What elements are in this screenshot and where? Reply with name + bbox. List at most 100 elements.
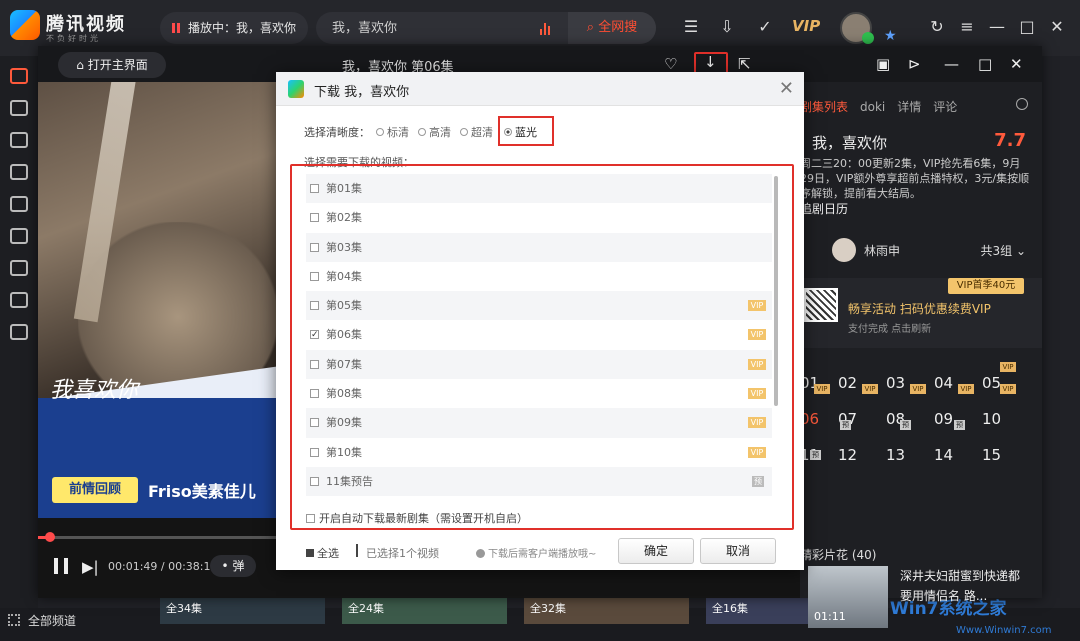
episode-row[interactable]: 第01集 <box>306 174 772 204</box>
vip-badge: VIP <box>748 329 766 341</box>
next-episode-icon[interactable]: ▶| <box>82 558 99 576</box>
refresh-icon[interactable]: ↻ <box>926 16 948 38</box>
episode-number[interactable]: 13 <box>886 446 905 464</box>
rail-variety-icon[interactable] <box>10 196 28 212</box>
episode-number[interactable]: 03 <box>886 374 905 392</box>
confirm-button[interactable]: 确定 <box>618 538 694 564</box>
bottom-thumb-3[interactable]: 全32集 <box>524 594 689 624</box>
checkbox-icon[interactable] <box>310 418 319 428</box>
episode-number[interactable]: 09 <box>934 410 953 428</box>
checkbox-icon[interactable] <box>310 271 319 281</box>
episode-row[interactable]: 第05集 VIP <box>306 291 772 321</box>
playlist-icon[interactable]: ☰ <box>680 16 702 38</box>
checkbox-icon[interactable] <box>310 359 319 369</box>
episode-number[interactable]: 04 <box>934 374 953 392</box>
checkbox-icon[interactable] <box>310 213 319 223</box>
dialog-close-icon[interactable]: ✕ <box>779 78 794 99</box>
download-manager-icon[interactable]: ⇩ <box>716 16 738 38</box>
rail-home-icon[interactable] <box>10 68 28 84</box>
checkbox-checked-icon[interactable] <box>310 321 319 350</box>
actor-name[interactable]: 林雨申 <box>864 242 900 259</box>
checkbox-icon[interactable] <box>310 447 319 457</box>
pin-icon[interactable]: ⊳ <box>908 55 921 73</box>
clip-title[interactable]: 深井夫妇甜蜜到快递都要用情侣名 路... <box>900 566 1028 606</box>
rail-kids-icon[interactable] <box>10 260 28 276</box>
bottom-thumb-2[interactable]: 全24集 <box>342 594 507 624</box>
episode-row[interactable]: 第10集 VIP <box>306 438 772 467</box>
rail-game-icon[interactable] <box>10 324 28 340</box>
auto-download-option[interactable]: 开启自动下载最新剧集（需设置开机自启） <box>306 510 528 526</box>
now-playing-pill[interactable]: 播放中：我，喜欢你 <box>160 12 308 44</box>
quality-option-sd[interactable]: 标清 <box>376 124 409 140</box>
danmu-toggle[interactable]: • 弹 <box>210 555 256 577</box>
mini-mode-icon[interactable]: ▣ <box>876 55 890 73</box>
progress-bar[interactable] <box>38 532 278 542</box>
dialog-header: 下载 我，喜欢你 ✕ <box>276 72 804 106</box>
cancel-button[interactable]: 取消 <box>700 538 776 564</box>
rail-tv-icon[interactable] <box>10 132 28 148</box>
episode-row[interactable]: 第08集 VIP <box>306 379 772 408</box>
episode-row[interactable]: 第03集 <box>306 232 772 262</box>
search-input[interactable] <box>332 12 522 44</box>
rail-movie-icon[interactable] <box>10 164 28 180</box>
episode-number[interactable]: 02 <box>838 374 857 392</box>
rail-doc-icon[interactable] <box>10 292 28 308</box>
rail-anime-icon[interactable] <box>10 228 28 244</box>
episode-row[interactable]: 11集预告 预 <box>306 466 772 497</box>
open-main-button[interactable]: ⌂ 打开主界面 <box>58 52 166 78</box>
bottom-thumb-1[interactable]: 全34集 <box>160 594 325 624</box>
episode-row[interactable]: 第02集 <box>306 203 772 232</box>
close-icon[interactable]: ✕ <box>1046 16 1068 38</box>
rail-recommend-icon[interactable] <box>10 100 28 116</box>
player-close-icon[interactable]: ✕ <box>1010 55 1023 73</box>
show-description: 周二三20：00更新2集，VIP抢先看6集，9月29日，VIP额外尊享超前点播特… <box>800 157 1030 200</box>
all-channels-link[interactable]: 全部频道 <box>28 612 76 629</box>
tab-episodes[interactable]: 剧集列表 <box>800 98 848 115</box>
tab-comments[interactable]: 评论 <box>933 98 957 115</box>
menu-icon[interactable]: ≡ <box>956 16 978 38</box>
tab-doki[interactable]: doki <box>860 100 885 114</box>
episode-number[interactable]: 14 <box>934 446 953 464</box>
player-minimize-icon[interactable]: — <box>944 55 959 73</box>
minimize-icon[interactable]: — <box>986 16 1008 38</box>
pause-button[interactable] <box>54 558 68 574</box>
episode-row[interactable]: 第04集 <box>306 262 772 291</box>
episode-row[interactable]: 第09集 VIP <box>306 408 772 438</box>
maximize-icon[interactable]: □ <box>1016 16 1038 38</box>
checkbox-icon[interactable] <box>310 242 319 252</box>
dialog-logo-icon <box>288 80 304 98</box>
vip-check-icon[interactable]: ✓ <box>754 16 776 38</box>
grid-icon[interactable] <box>8 614 20 626</box>
follow-calendar-link[interactable]: 追剧日历 <box>800 200 848 217</box>
promo-subtitle[interactable]: 支付完成 点击刷新 <box>848 320 931 335</box>
episode-row[interactable]: 第06集 VIP <box>306 320 772 350</box>
episode-number[interactable]: 12 <box>838 446 857 464</box>
episode-list-scrollbar[interactable] <box>774 176 778 406</box>
vip-link[interactable]: VIP <box>792 17 820 35</box>
checkbox-icon[interactable] <box>310 476 319 486</box>
player-maximize-icon[interactable]: □ <box>978 55 992 73</box>
episode-number[interactable]: 15 <box>982 446 1001 464</box>
episode-label: 第06集 <box>326 328 362 342</box>
actor-avatar[interactable] <box>832 238 856 262</box>
video-frame[interactable]: 我喜欢你 前情回顾 Friso美素佳儿 <box>38 82 278 518</box>
info-icon[interactable] <box>1016 98 1028 110</box>
checkbox-icon[interactable] <box>310 389 319 399</box>
search-button[interactable]: ⌕ 全网搜 <box>568 12 656 44</box>
episode-number[interactable]: 05 <box>982 374 1001 392</box>
quality-option-fhd[interactable]: 超清 <box>460 124 493 140</box>
select-all-checkbox[interactable]: 全选 <box>306 545 339 561</box>
danmu-label: 弹 <box>232 559 245 573</box>
episode-row[interactable]: 第07集 VIP <box>306 349 772 380</box>
popout-icon[interactable]: ⇱ <box>738 55 751 73</box>
favorite-icon[interactable]: ♡ <box>664 55 677 73</box>
quality-option-hd[interactable]: 高清 <box>418 124 451 140</box>
progress-handle[interactable] <box>45 532 55 542</box>
group-selector[interactable]: 共3组 ⌄ <box>980 242 1026 259</box>
hot-rank-icon[interactable] <box>540 21 554 35</box>
checkbox-icon[interactable] <box>310 184 319 193</box>
checkbox-icon[interactable] <box>310 301 319 311</box>
star-icon[interactable]: ★ <box>884 28 897 44</box>
tab-details[interactable]: 详情 <box>897 98 921 115</box>
episode-number[interactable]: 10 <box>982 410 1001 428</box>
